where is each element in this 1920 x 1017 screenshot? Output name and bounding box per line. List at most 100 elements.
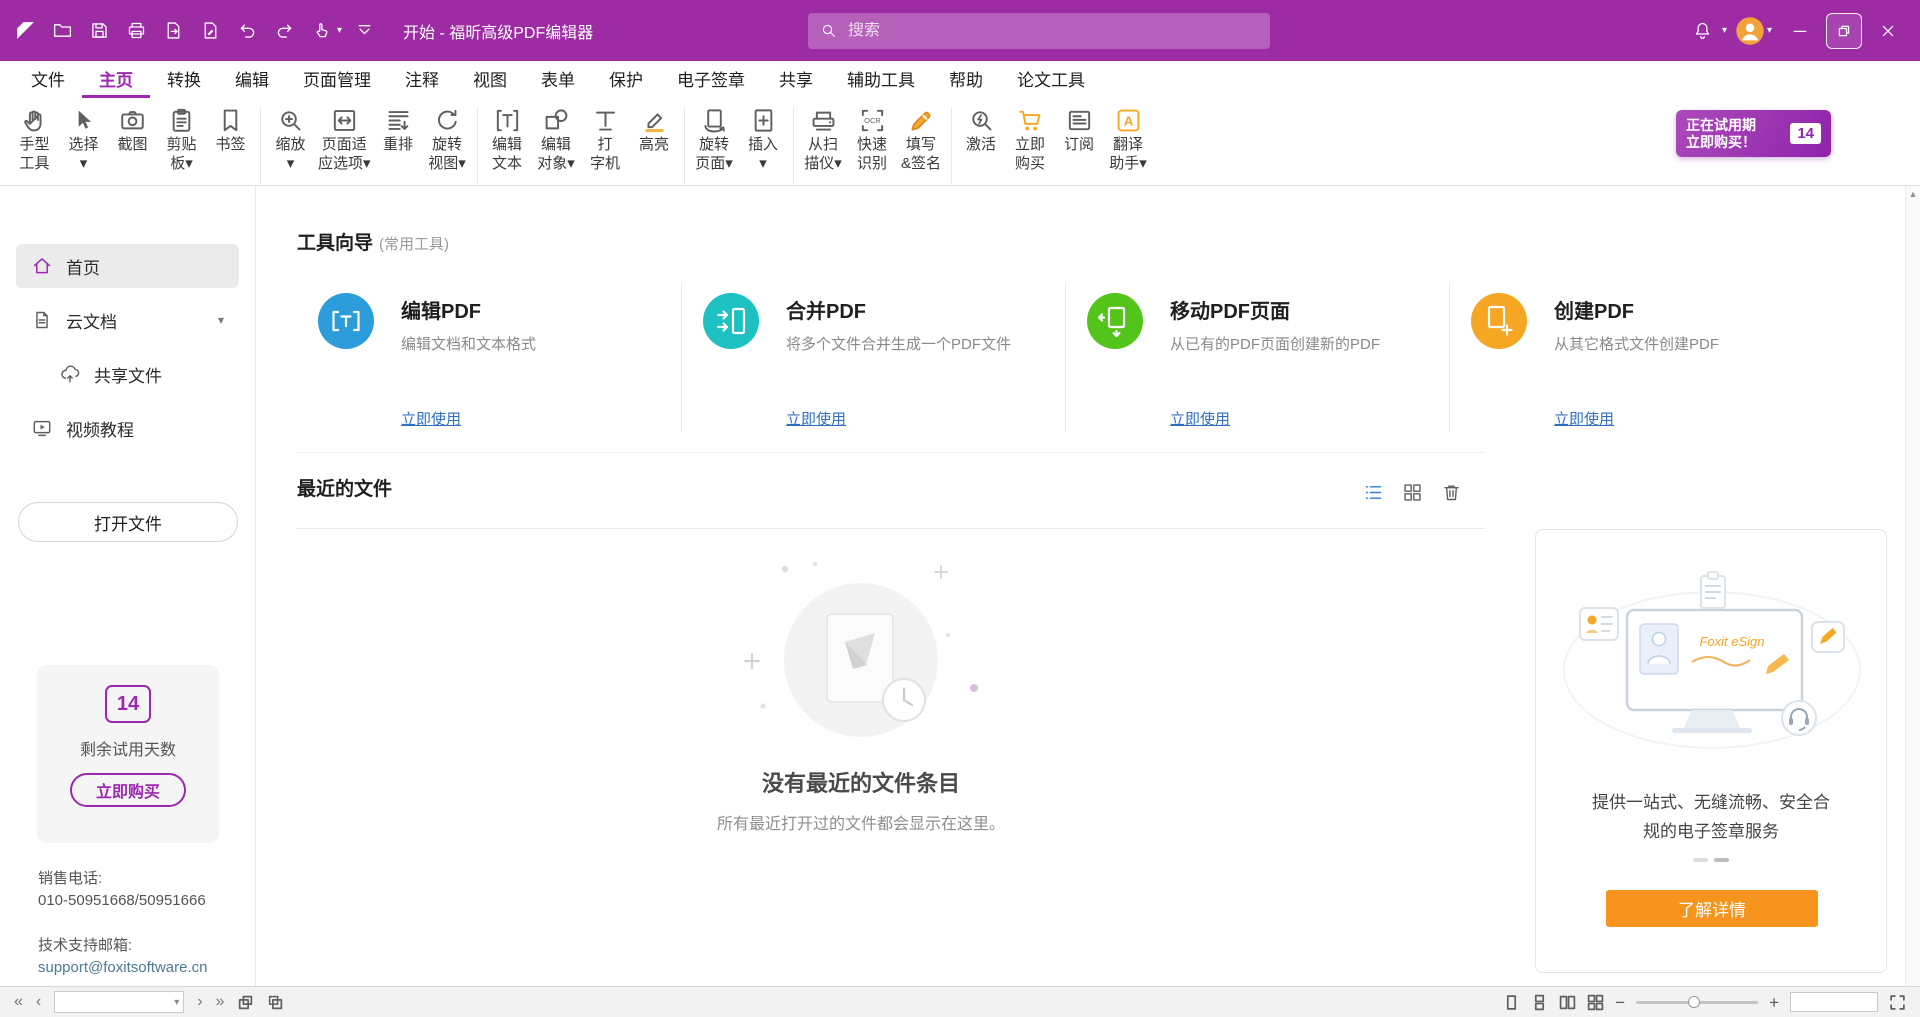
menu-tab-convert[interactable]: 转换 (150, 61, 218, 98)
use-now-link[interactable]: 立即使用 (401, 408, 461, 429)
sidebar-item-cloud-docs[interactable]: 云文档 ▾ (16, 298, 239, 342)
reflow-button[interactable]: 重排 (374, 105, 423, 155)
minimize-button[interactable] (1780, 11, 1820, 51)
activate-button[interactable]: 激活 (957, 105, 1006, 155)
close-button[interactable] (1868, 11, 1908, 51)
pointer-tool-icon[interactable] (304, 14, 338, 48)
save-icon[interactable] (82, 14, 116, 48)
bookmark-button[interactable]: 书签 (206, 105, 255, 155)
open-file-button[interactable]: 打开文件 (18, 502, 238, 542)
page-number-input[interactable] (55, 992, 183, 1012)
edit-text-button[interactable]: 编辑 文本 (483, 105, 532, 174)
buy-now-pill-button[interactable]: 立即购买 (70, 773, 186, 807)
chevron-down-icon[interactable]: ▾ (218, 313, 224, 327)
sidebar-item-home[interactable]: 首页 (16, 244, 239, 288)
undo-icon[interactable] (230, 14, 264, 48)
highlight-button[interactable]: 高亮 (630, 105, 679, 155)
zoom-level-input[interactable] (1791, 993, 1877, 1011)
tool-card-move-pages[interactable]: 移动PDF页面 从已有的PDF页面创建新的PDF 立即使用 (1065, 282, 1449, 432)
from-scanner-button[interactable]: 从扫 描仪▾ (799, 105, 848, 174)
tool-card-create-pdf[interactable]: 创建PDF 从其它格式文件创建PDF 立即使用 (1449, 282, 1833, 432)
zoom-out-button[interactable]: − (1615, 994, 1625, 1011)
menu-tab-view[interactable]: 视图 (456, 61, 524, 98)
last-page-button[interactable]: » (216, 994, 225, 1010)
scroll-up-arrow-icon[interactable]: ▲ (1906, 189, 1920, 199)
snapshot-button[interactable]: 截图 (108, 105, 157, 155)
menu-tab-edit[interactable]: 编辑 (218, 61, 286, 98)
rotate-pages-button[interactable]: 旋转 页面▾ (690, 105, 739, 174)
search-bar[interactable] (808, 13, 1270, 49)
previous-view-icon[interactable] (237, 994, 254, 1011)
insert-pages-button[interactable]: 插入 ▾ (739, 105, 788, 174)
chevron-down-icon[interactable]: ▾ (1722, 25, 1727, 36)
print-icon[interactable] (119, 14, 153, 48)
trial-banner-button[interactable]: 正在试用期 立即购买！ 14 (1676, 110, 1831, 157)
facing-continuous-view-icon[interactable] (1587, 994, 1604, 1011)
quick-ocr-button[interactable]: OCR 快速 识别 (848, 105, 897, 174)
use-now-link[interactable]: 立即使用 (1170, 408, 1230, 429)
carousel-dot[interactable] (1693, 858, 1708, 862)
translate-assistant-button[interactable]: A 翻译 助手▾ (1104, 105, 1153, 174)
zoom-level-box[interactable] (1790, 992, 1878, 1012)
menu-tab-form[interactable]: 表单 (524, 61, 592, 98)
prev-page-button[interactable]: ‹ (36, 994, 41, 1010)
grid-view-icon[interactable] (1402, 482, 1423, 503)
open-file-icon[interactable] (45, 14, 79, 48)
continuous-view-icon[interactable] (1531, 994, 1548, 1011)
learn-more-button[interactable]: 了解详情 (1606, 890, 1818, 927)
tool-card-merge-pdf[interactable]: 合并PDF 将多个文件合并生成一个PDF文件 立即使用 (681, 282, 1065, 432)
typewriter-button[interactable]: 打 字机 (581, 105, 630, 174)
menu-tab-accessibility[interactable]: 辅助工具 (830, 61, 932, 98)
menu-tab-file[interactable]: 文件 (14, 61, 82, 98)
menu-tab-help[interactable]: 帮助 (932, 61, 1000, 98)
carousel-dot[interactable] (1714, 858, 1729, 862)
user-avatar[interactable] (1735, 16, 1765, 46)
zoom-slider-thumb[interactable] (1688, 996, 1700, 1008)
first-page-button[interactable]: « (14, 994, 23, 1010)
zoom-in-button[interactable]: + (1769, 994, 1779, 1011)
vertical-scrollbar[interactable]: ▲ (1905, 186, 1920, 986)
menu-tab-paper-tools[interactable]: 论文工具 (1000, 61, 1102, 98)
menu-tab-esign[interactable]: 电子签章 (660, 61, 762, 98)
menu-tab-home[interactable]: 主页 (82, 61, 150, 98)
edit-object-button[interactable]: 编辑 对象▾ (532, 105, 581, 174)
buy-now-button[interactable]: 立即 购买 (1006, 105, 1055, 174)
trash-icon[interactable] (1441, 482, 1462, 503)
single-page-view-icon[interactable] (1503, 994, 1520, 1011)
chevron-down-icon[interactable]: ▾ (1767, 25, 1772, 36)
next-view-icon[interactable] (267, 994, 284, 1011)
subscribe-button[interactable]: 订阅 (1055, 105, 1104, 155)
support-email-value[interactable]: support@foxitsoftware.cn (38, 957, 207, 979)
tool-card-edit-pdf[interactable]: 编辑PDF 编辑文档和文本格式 立即使用 (297, 282, 681, 432)
zoom-slider[interactable] (1636, 1001, 1758, 1004)
fit-screen-icon[interactable] (1889, 994, 1906, 1011)
menu-tab-page-manage[interactable]: 页面管理 (286, 61, 388, 98)
facing-view-icon[interactable] (1559, 994, 1576, 1011)
next-page-button[interactable]: › (197, 994, 202, 1010)
menu-tab-protect[interactable]: 保护 (592, 61, 660, 98)
collapse-ribbon-icon[interactable] (347, 14, 381, 48)
use-now-link[interactable]: 立即使用 (786, 408, 846, 429)
create-doc-icon[interactable] (193, 14, 227, 48)
menu-tab-share[interactable]: 共享 (762, 61, 830, 98)
restore-window-button[interactable] (1826, 13, 1862, 49)
carousel-dots[interactable] (1536, 858, 1886, 862)
search-input[interactable] (848, 22, 1258, 40)
rotate-view-button[interactable]: 旋转 视图▾ (423, 105, 472, 174)
menu-tab-comment[interactable]: 注释 (388, 61, 456, 98)
export-doc-icon[interactable] (156, 14, 190, 48)
chevron-down-icon[interactable]: ▾ (337, 25, 342, 36)
fit-options-button[interactable]: 页面适 应选项▾ (315, 105, 374, 174)
sidebar-item-shared-files[interactable]: 共享文件 (44, 352, 239, 396)
clipboard-button[interactable]: 剪贴 板▾ (157, 105, 206, 174)
zoom-button[interactable]: 缩放 ▾ (266, 105, 315, 174)
redo-icon[interactable] (267, 14, 301, 48)
page-number-box[interactable]: ▾ (54, 991, 184, 1013)
fill-sign-button[interactable]: 填写 &签名 (897, 105, 946, 174)
chevron-down-icon[interactable]: ▾ (174, 997, 179, 1008)
use-now-link[interactable]: 立即使用 (1554, 408, 1614, 429)
notification-bell-icon[interactable] (1686, 14, 1720, 48)
list-view-icon[interactable] (1363, 482, 1384, 503)
sid ebar-item-video-tutorials[interactable]: 视频教程 (16, 406, 239, 450)
select-tool-button[interactable]: 选择 ▾ (59, 105, 108, 174)
